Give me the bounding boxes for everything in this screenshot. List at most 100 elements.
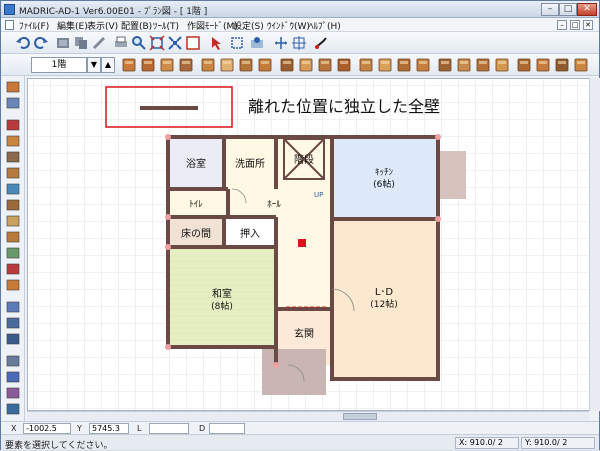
delete-wall-tool-icon[interactable] (554, 57, 570, 73)
layer-icon[interactable] (5, 96, 21, 110)
ladder-icon[interactable] (5, 214, 21, 228)
undo-icon[interactable] (15, 35, 31, 51)
floor-plan[interactable]: 離れた位置に独立した全壁 浴室 洗面所 階段 ｷｯﾁﾝ (6帖) ﾄｲﾚ ﾎｰﾙ… (28, 79, 600, 411)
toilet-label: ﾄｲﾚ (189, 200, 203, 210)
closet-tool-icon[interactable] (437, 57, 453, 73)
menu-edit[interactable]: 編集(E) (57, 19, 88, 32)
abc-text-icon[interactable] (5, 332, 21, 346)
vertical-scrollbar[interactable] (589, 78, 600, 411)
panel-tool-icon[interactable] (573, 57, 589, 73)
pillar-tool-icon[interactable] (140, 57, 156, 73)
trim-tool-icon[interactable] (535, 57, 551, 73)
roof-icon[interactable] (5, 134, 21, 148)
kitchen-room[interactable] (332, 137, 438, 219)
roof-tool-icon[interactable] (257, 57, 273, 73)
fixture-tool-icon[interactable] (298, 57, 314, 73)
menu-tool[interactable]: ﾂｰﾙ(T) (153, 19, 179, 32)
select-arrow-icon[interactable] (209, 35, 225, 51)
range-select-icon[interactable] (229, 35, 245, 51)
floor-up-button[interactable]: ▲ (101, 57, 115, 73)
paint-tool-icon[interactable] (313, 35, 329, 51)
menu-help[interactable]: ﾍﾙﾌﾟ(H) (309, 19, 341, 32)
mdi-restore-button[interactable]: □ (570, 20, 580, 30)
eave-tool-icon[interactable] (456, 57, 472, 73)
kitchen-label: ｷｯﾁﾝ (375, 167, 394, 178)
house-icon[interactable] (5, 166, 21, 180)
wall-tool-icon[interactable] (121, 57, 137, 73)
floor-down-button[interactable]: ▼ (87, 57, 101, 73)
mdi-minimize-button[interactable]: – (557, 20, 567, 30)
menu-place[interactable]: 配置(B) (121, 19, 152, 32)
stair-tool-icon[interactable] (238, 57, 254, 73)
window-tool-icon[interactable] (178, 57, 194, 73)
menu-file[interactable]: ﾌｧｲﾙ(F) (19, 19, 49, 32)
tool-a-icon[interactable] (5, 300, 21, 314)
fence-tool-icon[interactable] (5, 262, 21, 276)
grid-tool-icon[interactable] (5, 246, 21, 260)
hatch-icon[interactable] (5, 278, 21, 292)
tool-b-icon[interactable] (5, 316, 21, 330)
y-coord-value: 5745.3 (89, 423, 129, 434)
frame-icon[interactable] (185, 35, 201, 51)
zoom-fit-icon[interactable] (149, 35, 165, 51)
sash-tool-icon[interactable] (200, 57, 216, 73)
move-icon[interactable] (291, 35, 307, 51)
document-icon[interactable] (5, 20, 14, 30)
arrow-tool-icon[interactable] (5, 370, 21, 384)
menu-view[interactable]: 表示(V) (87, 19, 118, 32)
toilet-tool-icon[interactable] (358, 57, 374, 73)
dimension-icon[interactable] (273, 35, 289, 51)
beam-tool-icon[interactable] (219, 57, 235, 73)
ld-label: L･D (375, 287, 394, 298)
annotation-text: 離れた位置に独立した全壁 (248, 97, 440, 116)
menu-drawing-mode[interactable]: 作図ﾓｰﾄﾞ(M) (187, 19, 238, 32)
dimension-tool-icon[interactable] (5, 354, 21, 368)
horizontal-scrollbar[interactable] (27, 411, 589, 421)
paste-icon[interactable] (91, 35, 107, 51)
layout-icon[interactable] (5, 402, 21, 416)
view-3d-icon[interactable] (249, 35, 265, 51)
cut-icon[interactable] (55, 35, 71, 51)
furniture-icon[interactable] (5, 150, 21, 164)
zoom-all-icon[interactable] (167, 35, 183, 51)
tatami-tool-icon[interactable] (415, 57, 431, 73)
copy-icon[interactable] (73, 35, 89, 51)
left-toolbox (1, 76, 25, 421)
drawing-canvas[interactable]: 離れた位置に独立した全壁 浴室 洗面所 階段 ｷｯﾁﾝ (6帖) ﾄｲﾚ ﾎｰﾙ… (27, 78, 600, 411)
gate-tool-icon[interactable] (516, 57, 532, 73)
print-icon[interactable] (113, 35, 129, 51)
mdi-close-button[interactable]: ✕ (583, 20, 593, 30)
window-tool-icon[interactable] (5, 182, 21, 196)
minimize-button[interactable]: – (541, 3, 559, 16)
stair-tool-icon[interactable] (5, 198, 21, 212)
redo-icon[interactable] (33, 35, 49, 51)
maximize-button[interactable]: □ (559, 3, 577, 16)
door-tool-icon[interactable] (159, 57, 175, 73)
floorplan-icon[interactable] (5, 80, 21, 94)
window-title: MADRIC-AD-1 Ver6.00E01 - ﾌﾟﾗﾝ図 - [ 1階 ] (19, 7, 208, 17)
menu-bar: ﾌｧｲﾙ(F) 編集(E) 表示(V) 配置(B) ﾂｰﾙ(T) 作図ﾓｰﾄﾞ(… (1, 18, 599, 32)
ld-room[interactable] (332, 219, 438, 379)
closet-label: 押入 (240, 227, 260, 240)
bath-tool-icon[interactable] (336, 57, 352, 73)
wood-tool-icon[interactable] (396, 57, 412, 73)
floor-tool-icon[interactable] (279, 57, 295, 73)
app-window: MADRIC-AD-1 Ver6.00E01 - ﾌﾟﾗﾝ図 - [ 1階 ] … (0, 0, 600, 451)
kitchen-tool-icon[interactable] (317, 57, 333, 73)
menu-window[interactable]: ｳｲﾝﾄﾞｳ(W) (267, 19, 310, 32)
measure-icon[interactable] (5, 386, 21, 400)
close-button[interactable]: ✕ (577, 3, 597, 16)
title-bar[interactable]: MADRIC-AD-1 Ver6.00E01 - ﾌﾟﾗﾝ図 - [ 1階 ] … (1, 1, 599, 18)
zoom-icon[interactable] (131, 35, 147, 51)
app-icon (4, 4, 15, 15)
hall-label: ﾎｰﾙ (267, 199, 281, 210)
floor-select[interactable]: 1階 (31, 57, 87, 73)
fence-tool-icon[interactable] (494, 57, 510, 73)
menu-settings[interactable]: 設定(S) (233, 19, 264, 32)
room-icon[interactable] (5, 118, 21, 132)
selection-marker[interactable] (298, 239, 306, 247)
pillar-tool-icon[interactable] (5, 230, 21, 244)
deck-tool-icon[interactable] (475, 57, 491, 73)
furniture-tool-icon[interactable] (377, 57, 393, 73)
scroll-thumb[interactable] (343, 413, 377, 420)
